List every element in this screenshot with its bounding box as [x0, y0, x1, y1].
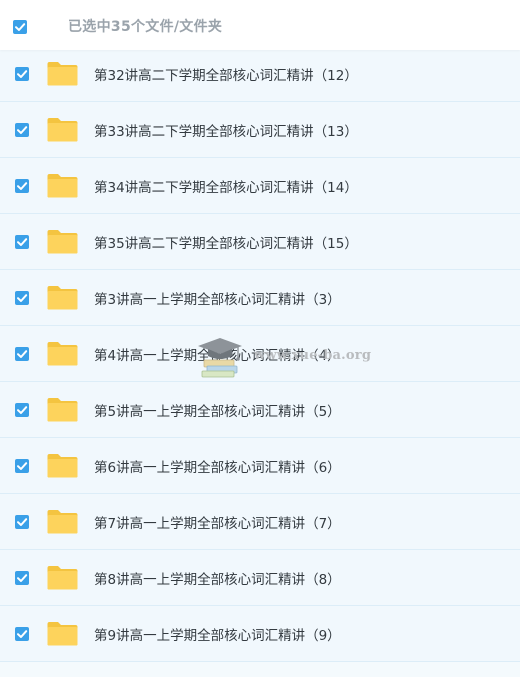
folder-icon	[46, 508, 79, 535]
folder-icon	[46, 396, 79, 423]
file-name: 第6讲高一上学期全部核心词汇精讲（6）	[94, 460, 341, 476]
file-row[interactable]: 第3讲高一上学期全部核心词汇精讲（3）	[0, 270, 520, 326]
file-checkbox[interactable]	[15, 235, 29, 249]
checkmark-icon	[17, 406, 28, 414]
file-row[interactable]: 第6讲高一上学期全部核心词汇精讲（6）	[0, 438, 520, 494]
file-checkbox[interactable]	[15, 515, 29, 529]
folder-icon	[46, 340, 79, 367]
folder-icon	[46, 116, 79, 143]
file-checkbox[interactable]	[15, 627, 29, 641]
file-checkbox[interactable]	[15, 123, 29, 137]
file-checkbox[interactable]	[15, 347, 29, 361]
selection-header: 已选中35个文件/文件夹	[0, 0, 520, 50]
file-checkbox[interactable]	[15, 403, 29, 417]
file-list: 第31讲高二下学期全部核心词汇精讲（11） 第32讲高二下学期全部核心词汇精讲（…	[0, 0, 520, 662]
file-checkbox[interactable]	[15, 459, 29, 473]
file-checkbox[interactable]	[15, 571, 29, 585]
file-row[interactable]: 第34讲高二下学期全部核心词汇精讲（14）	[0, 158, 520, 214]
checkmark-icon	[17, 462, 28, 470]
file-checkbox[interactable]	[15, 67, 29, 81]
folder-icon	[46, 620, 79, 647]
checkmark-icon	[17, 630, 28, 638]
file-row[interactable]: 第5讲高一上学期全部核心词汇精讲（5）	[0, 382, 520, 438]
checkmark-icon	[17, 350, 28, 358]
file-row[interactable]: 第7讲高一上学期全部核心词汇精讲（7）	[0, 494, 520, 550]
checkmark-icon	[15, 23, 26, 31]
select-all-checkbox[interactable]	[13, 20, 27, 34]
file-row[interactable]: 第33讲高二下学期全部核心词汇精讲（13）	[0, 102, 520, 158]
checkmark-icon	[17, 518, 28, 526]
folder-icon	[46, 284, 79, 311]
checkmark-icon	[17, 238, 28, 246]
checkmark-icon	[17, 294, 28, 302]
file-name: 第35讲高二下学期全部核心词汇精讲（15）	[94, 236, 358, 252]
checkmark-icon	[17, 126, 28, 134]
file-name: 第34讲高二下学期全部核心词汇精讲（14）	[94, 180, 358, 196]
file-name: 第4讲高一上学期全部核心词汇精讲（4）	[94, 348, 341, 364]
folder-icon	[46, 172, 79, 199]
checkmark-icon	[17, 574, 28, 582]
file-name: 第9讲高一上学期全部核心词汇精讲（9）	[94, 628, 341, 644]
file-name: 第32讲高二下学期全部核心词汇精讲（12）	[94, 68, 358, 84]
folder-icon	[46, 60, 79, 87]
file-row[interactable]: 第32讲高二下学期全部核心词汇精讲（12）	[0, 46, 520, 102]
checkmark-icon	[17, 70, 28, 78]
file-name: 第7讲高一上学期全部核心词汇精讲（7）	[94, 516, 341, 532]
file-row[interactable]: 第4讲高一上学期全部核心词汇精讲（4）	[0, 326, 520, 382]
folder-icon	[46, 564, 79, 591]
file-row[interactable]: 第9讲高一上学期全部核心词汇精讲（9）	[0, 606, 520, 662]
file-row[interactable]: 第35讲高二下学期全部核心词汇精讲（15）	[0, 214, 520, 270]
file-checkbox[interactable]	[15, 291, 29, 305]
folder-icon	[46, 452, 79, 479]
file-name: 第8讲高一上学期全部核心词汇精讲（8）	[94, 572, 341, 588]
folder-icon	[46, 228, 79, 255]
selection-count-label: 已选中35个文件/文件夹	[68, 19, 223, 35]
file-row[interactable]: 第8讲高一上学期全部核心词汇精讲（8）	[0, 550, 520, 606]
file-selection-screen: 已选中35个文件/文件夹 第31讲高二下学期全部核心词汇精讲（11）	[0, 0, 520, 677]
file-name: 第33讲高二下学期全部核心词汇精讲（13）	[94, 124, 358, 140]
file-checkbox[interactable]	[15, 179, 29, 193]
checkmark-icon	[17, 182, 28, 190]
file-name: 第3讲高一上学期全部核心词汇精讲（3）	[94, 292, 341, 308]
file-name: 第5讲高一上学期全部核心词汇精讲（5）	[94, 404, 341, 420]
